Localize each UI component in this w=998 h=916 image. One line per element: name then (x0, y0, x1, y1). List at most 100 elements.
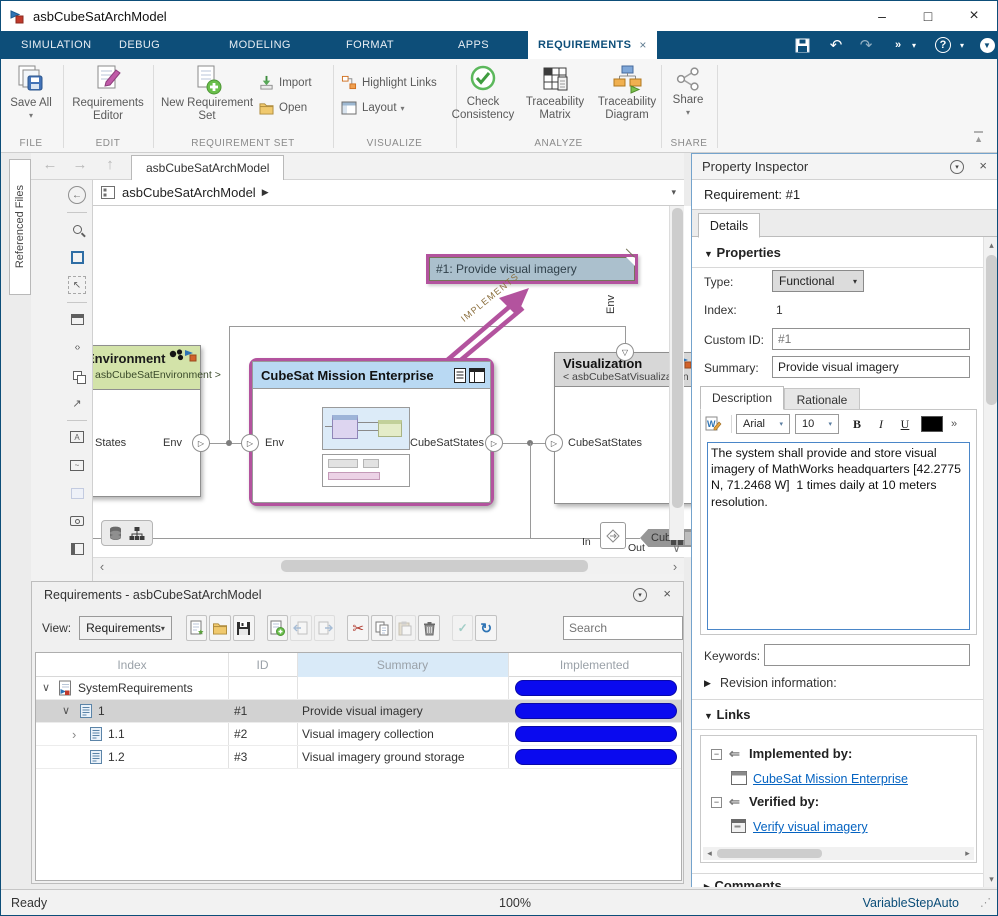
table-row-requirement-1-2[interactable]: 1.2 #3 Visual imagery ground storage (36, 746, 681, 769)
pi-vscroll-up-icon[interactable]: ▴ (985, 238, 998, 252)
requirement-annotation[interactable]: #1: Provide visual imagery (426, 254, 638, 284)
check-consistency-button[interactable]: Check Consistency (444, 63, 522, 122)
tab-simulation[interactable]: SIMULATION (21, 31, 91, 59)
visualization-states-input-port[interactable]: ▷ (545, 434, 563, 452)
tab-format[interactable]: FORMAT (346, 31, 394, 59)
canvas-vscroll-down-icon[interactable]: ∨ (669, 540, 684, 557)
canvas-horizontal-scrollbar[interactable]: ‹ › (93, 557, 684, 574)
maximize-button[interactable]: □ (905, 1, 951, 31)
comments-section-header[interactable]: ▶ Comments (704, 878, 782, 887)
table-row-systemrequirements[interactable]: ∨ SystemRequirements (36, 677, 681, 700)
search-input[interactable] (563, 616, 683, 640)
undo-icon[interactable]: ↶ (823, 31, 849, 59)
updates-icon[interactable]: ▼ (975, 31, 998, 59)
open-button[interactable]: Open (259, 101, 307, 115)
font-family-dropdown[interactable]: Arial ▾ (736, 414, 790, 434)
environment-block[interactable]: Environment < asbCubeSatEnvironment > (93, 345, 201, 497)
links-hscroll-right-icon[interactable]: ▸ (962, 848, 973, 859)
import-button[interactable]: Import (259, 75, 312, 90)
help-caret-icon[interactable]: ▾ (955, 31, 969, 59)
zoom-tool-icon[interactable] (68, 220, 86, 238)
requirements-panel-menu-icon[interactable]: ▾ (633, 588, 647, 602)
canvas-vscroll-thumb[interactable] (672, 208, 683, 508)
nav-back-icon[interactable]: ← (39, 156, 61, 176)
open-requirement-set-button[interactable] (209, 615, 231, 641)
new-requirement-set-small-button[interactable] (186, 615, 208, 641)
code-icon[interactable]: ‹› (68, 338, 86, 356)
tab-apps[interactable]: APPS (458, 31, 489, 59)
collapse-ribbon-icon[interactable]: ▲ (974, 131, 983, 144)
quick-save-icon[interactable] (789, 31, 815, 59)
editor-overflow-icon[interactable]: » (947, 414, 961, 434)
enterprise-env-input-port[interactable]: ▷ (241, 434, 259, 452)
nav-up-icon[interactable]: ↑ (99, 156, 121, 176)
property-inspector-menu-icon[interactable]: ▾ (950, 160, 964, 174)
promote-requirement-button[interactable] (290, 615, 312, 641)
solver-indicator[interactable]: VariableStepAuto (863, 896, 959, 910)
camera-icon[interactable] (68, 512, 86, 530)
canvas-hscroll-right-icon[interactable]: › (668, 560, 682, 573)
tab-details[interactable]: Details (698, 213, 760, 238)
breadcrumb-model-name[interactable]: asbCubeSatArchModel (122, 185, 256, 200)
layout-button[interactable]: Layout ▾ (341, 101, 405, 115)
close-requirements-tab-icon[interactable]: × (639, 38, 646, 52)
collapse-verified-by-icon[interactable]: − (711, 797, 722, 808)
underline-button[interactable]: U (893, 414, 917, 434)
tab-requirements[interactable]: REQUIREMENTS × (528, 31, 657, 59)
revision-expander-icon[interactable]: ▶ (704, 678, 711, 689)
paste-button[interactable] (395, 615, 417, 641)
referenced-files-tab[interactable]: Referenced Files (9, 159, 31, 295)
visualization-env-top-port[interactable]: ▽ (616, 343, 634, 361)
traceability-matrix-button[interactable]: Traceability Matrix (518, 63, 592, 122)
pi-vertical-scrollbar[interactable]: ▴ ▾ (983, 237, 998, 887)
keywords-input[interactable] (764, 644, 970, 666)
table-row-requirement-1-1[interactable]: › 1.1 #2 Visual imagery collection (36, 723, 681, 746)
breadcrumb-dropdown-icon[interactable]: ▾ (671, 187, 676, 198)
help-icon[interactable]: ? (933, 31, 953, 59)
nav-forward-icon[interactable]: → (69, 156, 91, 176)
font-size-dropdown[interactable]: 10 ▾ (795, 414, 839, 434)
image-icon[interactable]: ~ (68, 456, 86, 474)
enterprise-states-output-port[interactable]: ▷ (485, 434, 503, 452)
implemented-by-link[interactable]: CubeSat Mission Enterprise (753, 772, 908, 786)
redo-icon[interactable]: ↷ (853, 31, 879, 59)
requirements-panel-close-icon[interactable]: × (663, 586, 671, 601)
custom-id-input[interactable] (772, 328, 970, 350)
column-header-summary[interactable]: Summary (297, 653, 508, 677)
links-horizontal-scrollbar[interactable]: ◂ ▸ (703, 847, 974, 860)
verified-by-link[interactable]: Verify visual imagery (753, 820, 868, 834)
highlight-links-button[interactable]: Highlight Links (341, 75, 437, 90)
word-edit-icon[interactable]: W (705, 416, 727, 432)
area-icon[interactable] (68, 484, 86, 502)
environment-env-output-port[interactable]: ▷ (192, 434, 210, 452)
delete-button[interactable] (418, 615, 440, 641)
demote-requirement-button[interactable] (314, 615, 336, 641)
pi-vscroll-thumb[interactable] (986, 255, 997, 405)
hide-browser-icon[interactable]: ← (68, 186, 86, 204)
refresh-button[interactable]: ↻ (475, 615, 497, 641)
tab-description[interactable]: Description (700, 386, 784, 410)
requirements-editor-button[interactable]: Requirements Editor (65, 63, 151, 123)
revision-information-label[interactable]: Revision information: (720, 676, 837, 690)
copy-model-icon[interactable] (68, 366, 86, 384)
table-row-requirement-1[interactable]: ∨ 1 #1 Provide visual imagery (36, 700, 681, 723)
check-requirements-button[interactable]: ✓ (452, 615, 474, 641)
canvas-vertical-scrollbar[interactable] (669, 206, 684, 540)
pi-vscroll-down-icon[interactable]: ▾ (985, 872, 998, 886)
traceability-diagram-button[interactable]: Traceability Diagram (590, 63, 664, 122)
add-requirement-button[interactable] (267, 615, 289, 641)
tab-debug[interactable]: DEBUG (119, 31, 160, 59)
column-header-index[interactable]: Index (36, 653, 228, 677)
description-textarea[interactable]: The system shall provide and store visua… (707, 442, 970, 630)
save-all-button[interactable]: Save All ▾ (0, 63, 69, 120)
type-dropdown[interactable]: Functional ▾ (772, 270, 864, 292)
dictionary-badge-icon[interactable] (109, 526, 122, 541)
tab-modeling[interactable]: MODELING (229, 31, 291, 59)
save-requirement-set-button[interactable] (233, 615, 255, 641)
model-canvas[interactable]: #1: Provide visual imagery IMPLEMENTS En… (93, 206, 699, 557)
viewmark-icon[interactable] (68, 540, 86, 558)
select-region-icon[interactable]: ↖ (68, 276, 86, 294)
hierarchy-badge-icon[interactable] (129, 526, 145, 541)
router-block[interactable] (600, 522, 626, 549)
close-button[interactable]: × (951, 1, 997, 31)
